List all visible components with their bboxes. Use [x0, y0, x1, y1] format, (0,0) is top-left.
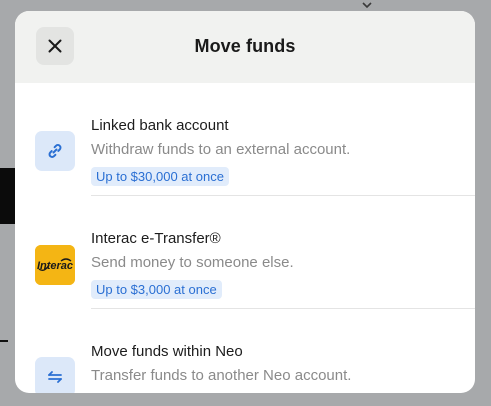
interac-logo-mark: Interac — [35, 245, 75, 285]
modal-title: Move funds — [194, 36, 296, 56]
modal-header: Move funds — [15, 11, 475, 83]
option-move-funds-within-neo[interactable]: Move funds within Neo Transfer funds to … — [15, 309, 475, 393]
transfer-icon-tile — [35, 357, 75, 393]
move-funds-modal: Move funds Linked bank account Withdraw … — [15, 11, 475, 393]
option-subtitle: Send money to someone else. — [91, 254, 294, 271]
option-subtitle: Withdraw funds to an external account. — [91, 141, 351, 158]
option-interac-e-transfer[interactable]: Interac Interac e-Transfer® Send money t… — [15, 196, 475, 308]
interac-icon-tile: Interac — [35, 245, 75, 285]
transfer-arrows-icon — [48, 371, 62, 383]
background-panel-edge — [0, 168, 16, 224]
linked-bank-icon-tile — [35, 131, 75, 171]
limit-badge: Up to $3,000 at once — [91, 280, 222, 299]
option-title: Linked bank account — [91, 117, 229, 134]
option-title: Move funds within Neo — [91, 343, 243, 360]
limit-badge: Up to $30,000 at once — [91, 167, 229, 186]
background-mark — [0, 340, 8, 342]
option-subtitle: Transfer funds to another Neo account. — [91, 367, 352, 384]
svg-text:Interac: Interac — [37, 260, 73, 272]
link-icon — [48, 144, 62, 158]
option-linked-bank-account[interactable]: Linked bank account Withdraw funds to an… — [15, 83, 475, 195]
interac-logo: Interac — [35, 245, 75, 285]
option-title: Interac e-Transfer® — [91, 230, 221, 247]
